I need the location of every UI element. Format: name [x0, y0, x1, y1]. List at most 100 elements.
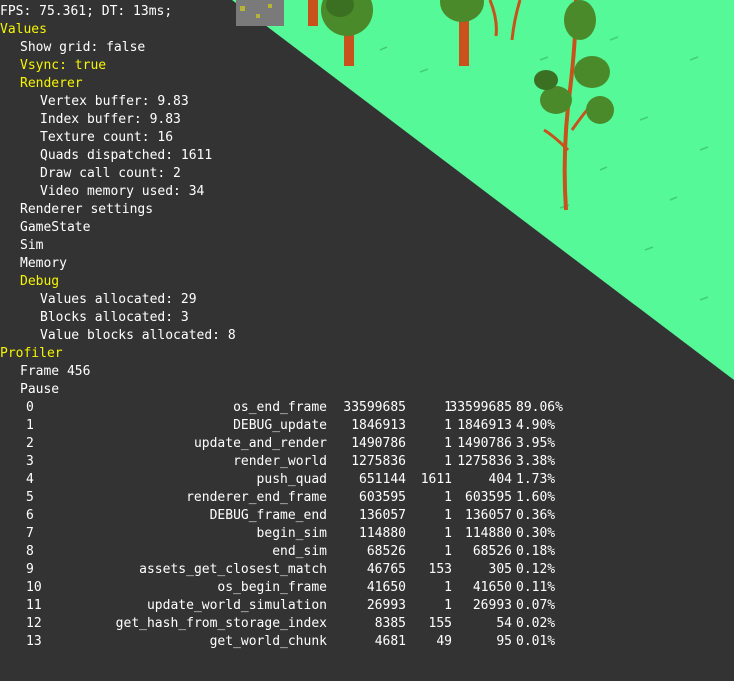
profiler-row-cycles-per-hit: 33599685: [449, 400, 512, 415]
profiler-section-header[interactable]: Profiler: [0, 345, 63, 363]
profiler-row-hits: 1: [444, 580, 452, 595]
profiler-row-index: 2: [26, 436, 34, 451]
profiler-row-block-name: renderer_end_frame: [186, 490, 327, 505]
profiler-row-index: 0: [26, 400, 34, 415]
profiler-row[interactable]: 9 assets_get_closest_match 46765 153 305 0.12…: [0, 561, 734, 579]
profiler-row-hits: 1: [444, 508, 452, 523]
profiler-row-cycles: 1490786: [351, 436, 406, 451]
show-grid-toggle[interactable]: Show grid: false: [20, 39, 145, 57]
profiler-row[interactable]: 8 end_sim 68526 1 68526 0.18%: [0, 543, 734, 561]
profiler-row-block-name: DEBUG_frame_end: [209, 508, 327, 523]
profiler-row-cycles-per-hit: 68526: [472, 544, 512, 559]
profiler-row-cycles: 1846913: [351, 418, 406, 433]
profiler-row-percent: 3.38%: [516, 454, 556, 469]
rock-sprite: [236, 0, 284, 26]
profiler-row[interactable]: 3 render_world 1275836 1 1275836 3.38%: [0, 453, 734, 471]
profiler-row-block-name: DEBUG_update: [233, 418, 327, 433]
profiler-row[interactable]: 6 DEBUG_frame_end 136057 1 136057 0.36%: [0, 507, 734, 525]
profiler-row-cycles-per-hit: 54: [496, 616, 512, 631]
profiler-row-hits: 1: [444, 454, 452, 469]
profiler-row-index: 9: [26, 562, 34, 577]
profiler-row-hits: 155: [428, 616, 452, 631]
renderer-item-draw-call-count: Draw call count: 2: [40, 166, 181, 181]
profiler-row[interactable]: 10 os_begin_frame 41650 1 41650 0.11%: [0, 579, 734, 597]
profiler-row-block-name: update_world_simulation: [146, 598, 327, 613]
profiler-row-block-name: assets_get_closest_match: [139, 562, 327, 577]
profiler-row-cycles: 1275836: [351, 454, 406, 469]
profiler-row[interactable]: 2 update_and_render 1490786 1 1490786 3.95%: [0, 435, 734, 453]
profiler-row-index: 1: [26, 418, 34, 433]
memory-section[interactable]: Memory: [20, 255, 67, 273]
profiler-row-index: 8: [26, 544, 34, 559]
profiler-row-cycles-per-hit: 26993: [472, 598, 512, 613]
profiler-row-cycles: 41650: [366, 580, 406, 595]
profiler-row-percent: 0.01%: [516, 634, 556, 649]
profiler-row-hits: 1: [444, 436, 452, 451]
profiler-row-cycles: 33599685: [343, 400, 406, 415]
profiler-row-block-name: os_begin_frame: [217, 580, 327, 595]
profiler-row-percent: 0.07%: [516, 598, 556, 613]
profiler-row-cycles: 68526: [366, 544, 406, 559]
profiler-row-cycles: 4681: [374, 634, 406, 649]
profiler-row-index: 6: [26, 508, 34, 523]
renderer-item-texture-count: Texture count: 16: [40, 130, 174, 145]
profiler-row-cycles: 603595: [359, 490, 406, 505]
profiler-row-index: 3: [26, 454, 34, 469]
profiler-row-percent: 0.36%: [516, 508, 556, 523]
profiler-row-cycles-per-hit: 1846913: [457, 418, 512, 433]
profiler-row-hits: 1: [444, 418, 452, 433]
profiler-row-percent: 1.60%: [516, 490, 556, 505]
profiler-row-percent: 0.02%: [516, 616, 556, 631]
profiler-row-hits: 1: [444, 526, 452, 541]
profiler-row-cycles: 651144: [359, 472, 406, 487]
profiler-frame-label: Frame 456: [20, 364, 91, 379]
renderer-settings-section[interactable]: Renderer settings: [20, 201, 153, 219]
vsync-toggle[interactable]: Vsync: true: [20, 57, 106, 75]
debug-item-values-allocated: Values allocated: 29: [40, 292, 197, 307]
profiler-row-block-name: begin_sim: [256, 526, 327, 541]
profiler-row-block-name: end_sim: [272, 544, 327, 559]
profiler-row-percent: 89.06%: [516, 400, 563, 415]
sim-section[interactable]: Sim: [20, 237, 43, 255]
profiler-row[interactable]: 11 update_world_simulation 26993 1 26993 0.07…: [0, 597, 734, 615]
profiler-row-hits: 153: [428, 562, 452, 577]
debug-section-header[interactable]: Debug: [20, 273, 59, 291]
renderer-item-quads-dispatched: Quads dispatched: 1611: [40, 148, 213, 163]
grass-ground: [232, 0, 734, 380]
profiler-row-percent: 0.18%: [516, 544, 556, 559]
profiler-row-percent: 0.12%: [516, 562, 556, 577]
profiler-row[interactable]: 1 DEBUG_update 1846913 1 1846913 4.90%: [0, 417, 734, 435]
profiler-row[interactable]: 13 get_world_chunk 4681 49 95 0.01%: [0, 633, 734, 651]
profiler-row-block-name: get_hash_from_storage_index: [115, 616, 327, 631]
profiler-row-cycles-per-hit: 95: [496, 634, 512, 649]
profiler-row-index: 5: [26, 490, 34, 505]
profiler-row-percent: 1.73%: [516, 472, 556, 487]
profiler-row-cycles-per-hit: 1490786: [457, 436, 512, 451]
profiler-row-cycles: 114880: [359, 526, 406, 541]
profiler-row-index: 7: [26, 526, 34, 541]
profiler-row[interactable]: 0 os_end_frame 33599685 1 33599685 89.06%: [0, 399, 734, 417]
profiler-row-block-name: get_world_chunk: [209, 634, 327, 649]
profiler-pause-button[interactable]: Pause: [20, 381, 59, 399]
profiler-row-index: 4: [26, 472, 34, 487]
profiler-row-cycles-per-hit: 41650: [472, 580, 512, 595]
profiler-row-hits: 1: [444, 490, 452, 505]
profiler-row[interactable]: 4 push_quad 651144 1611 404 1.73%: [0, 471, 734, 489]
profiler-row-hits: 1611: [420, 472, 452, 487]
values-section-header[interactable]: Values: [0, 21, 47, 39]
profiler-row-index: 11: [26, 598, 42, 613]
profiler-row[interactable]: 12 get_hash_from_storage_index 8385 155 54 0.…: [0, 615, 734, 633]
profiler-row-hits: 1: [444, 598, 452, 613]
renderer-section-header[interactable]: Renderer: [20, 75, 83, 93]
profiler-row-index: 10: [26, 580, 42, 595]
renderer-item-video-memory: Video memory used: 34: [40, 184, 205, 199]
profiler-row-cycles-per-hit: 114880: [465, 526, 512, 541]
gamestate-section[interactable]: GameState: [20, 219, 90, 237]
fps-readout: FPS: 75.361; DT: 13ms;: [0, 4, 173, 19]
debug-item-value-blocks-allocated: Value blocks allocated: 8: [40, 328, 236, 343]
profiler-row-percent: 0.11%: [516, 580, 556, 595]
profiler-row[interactable]: 5 renderer_end_frame 603595 1 603595 1.60%: [0, 489, 734, 507]
profiler-row-block-name: push_quad: [256, 472, 327, 487]
profiler-row[interactable]: 7 begin_sim 114880 1 114880 0.30%: [0, 525, 734, 543]
profiler-row-hits: 49: [436, 634, 452, 649]
